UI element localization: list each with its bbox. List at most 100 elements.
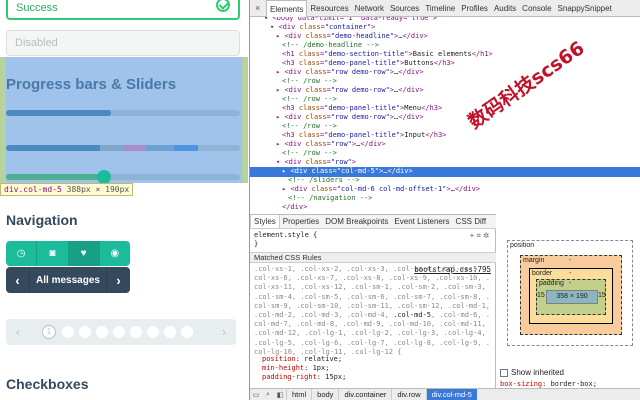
inspect-tooltip: div.col-md-5 388px × 190px <box>0 183 134 196</box>
css-property[interactable]: position: relative; <box>262 355 346 364</box>
pager-dot[interactable] <box>62 326 74 338</box>
tab-console[interactable]: Console <box>519 0 554 17</box>
dom-node[interactable]: </div> <box>250 203 307 213</box>
progress-segment <box>174 145 198 151</box>
pager-dot[interactable] <box>130 326 142 338</box>
breadcrumb-item[interactable]: div.row <box>391 388 425 400</box>
pager: ‹ 1 › <box>6 319 236 345</box>
pager-dot[interactable] <box>164 326 176 338</box>
box-sizing-value: border-box; <box>550 380 597 388</box>
all-messages-button[interactable]: All messages <box>30 267 106 293</box>
box-model-border: border - padding - 15 15 358 × 190 <box>529 268 613 324</box>
slider-track[interactable] <box>6 170 240 184</box>
box-model-margin: margin - border - padding - 15 15 358 × … <box>520 255 622 335</box>
subtab-styles[interactable]: Styles <box>250 215 280 228</box>
padding-value: - <box>569 280 572 287</box>
padding-left-value: 15 <box>537 292 545 299</box>
checkboxes-title: Checkboxes <box>6 376 89 392</box>
progress-segment <box>146 145 175 151</box>
eye-icon[interactable]: ◉ <box>100 241 130 266</box>
css-property-value: 1px; <box>308 364 330 373</box>
disabled-input: Disabled <box>6 30 240 56</box>
pager-next-icon[interactable]: › <box>222 325 226 339</box>
element-style-rule[interactable]: element.style { } <box>254 231 317 249</box>
pager-dot[interactable] <box>96 326 108 338</box>
show-inherited-checkbox[interactable] <box>500 368 508 377</box>
pager-dot[interactable] <box>181 326 193 338</box>
devtools-panel: × Elements Resources Network Sources Timelin… <box>249 0 640 400</box>
css-property-name: position <box>262 355 296 363</box>
icon-button-group: ◷ ◙ ♥ ◉ <box>6 241 130 266</box>
breadcrumb-item[interactable]: html <box>286 388 311 400</box>
camera-icon[interactable]: ◙ <box>37 241 69 266</box>
css-property[interactable]: padding-right: 15px; <box>262 373 346 382</box>
pager-prev-icon[interactable]: ‹ <box>16 325 20 339</box>
success-input[interactable]: Success <box>6 0 240 20</box>
box-model-position: position margin - border - padding - 15 … <box>507 240 633 346</box>
css-property-value: relative; <box>299 355 343 363</box>
pager-dot[interactable] <box>79 326 91 338</box>
progress-segment <box>99 145 123 151</box>
tab-snappysnippet[interactable]: SnappySnippet <box>555 0 615 17</box>
breadcrumb-item[interactable]: div.container <box>338 388 391 400</box>
breadcrumb-item[interactable]: div.col-md-5 <box>425 388 477 400</box>
heart-icon[interactable]: ♥ <box>68 241 100 266</box>
padding-label: padding <box>539 280 564 287</box>
tab-sources[interactable]: Sources <box>387 0 422 17</box>
pager-dot[interactable] <box>113 326 125 338</box>
styles-sub-tabs: Styles Properties DOM Breakpoints Event Lis… <box>250 215 496 229</box>
search-icon[interactable]: ⌕ <box>262 391 274 399</box>
computed-box-sizing: box-sizing: border-box; <box>500 380 597 388</box>
progress-bar <box>6 110 240 116</box>
box-sizing-prop: box-sizing <box>500 380 543 388</box>
chevron-right-icon[interactable]: › <box>106 267 130 293</box>
navigation-title: Navigation <box>6 212 78 228</box>
style-tools-icons[interactable]: + ⌗ ✲ <box>470 231 489 241</box>
rule-source-link[interactable]: bootstrap.css:795 <box>414 265 491 274</box>
css-property-name: padding-right <box>262 373 317 382</box>
subtab-css-diff[interactable]: CSS Diff <box>453 215 490 228</box>
tab-elements[interactable]: Elements <box>266 0 308 17</box>
breadcrumb-items: html body div.container div.row div.col-md-5 <box>286 388 477 400</box>
disabled-placeholder: Disabled <box>15 37 58 49</box>
element-style-open: element.style { <box>254 231 318 239</box>
subtab-properties[interactable]: Properties <box>280 215 322 228</box>
console-drawer-icon[interactable]: ▭ <box>250 391 262 399</box>
dock-icon[interactable]: ◧ <box>274 391 286 399</box>
margin-value: - <box>569 257 572 264</box>
tab-audits[interactable]: Audits <box>491 0 519 17</box>
breadcrumb-item[interactable]: body <box>311 388 338 400</box>
success-label: Success <box>16 2 58 14</box>
progress-segment <box>123 145 147 151</box>
rule-selectors: .col-xs-1, .col-xs-2, .col-xs-3, .col-xs… <box>254 265 492 357</box>
progress-section-title: Progress bars & Sliders <box>6 76 177 93</box>
pager-dot[interactable] <box>147 326 159 338</box>
pager-page-active[interactable]: 1 <box>42 325 56 339</box>
inspect-tooltip-tag: div.col-md-5 <box>4 185 62 194</box>
subtab-dom-breakpoints[interactable]: DOM Breakpoints <box>322 215 391 228</box>
rule-properties: position: relative; min-height: 1px; paddi… <box>262 355 346 383</box>
devtools-toolbar: × Elements Resources Network Sources Timelin… <box>250 0 640 17</box>
inspect-tooltip-dims: 388px × 190px <box>66 185 130 194</box>
css-property[interactable]: min-height: 1px; <box>262 364 346 373</box>
clock-icon[interactable]: ◷ <box>6 241 38 266</box>
margin-label: margin <box>523 257 545 264</box>
tab-resources[interactable]: Resources <box>307 0 351 17</box>
close-icon[interactable]: × <box>255 3 260 13</box>
all-messages-nav: ‹ All messages › <box>6 267 130 293</box>
show-inherited-toggle[interactable]: Show inherited <box>500 368 564 377</box>
stacked-progress-bar <box>6 145 240 151</box>
padding-right-value: 15 <box>598 292 606 299</box>
tab-timeline[interactable]: Timeline <box>422 0 458 17</box>
check-circle-icon <box>216 0 230 12</box>
tab-profiles[interactable]: Profiles <box>458 0 491 17</box>
subtab-event-listeners[interactable]: Event Listeners <box>391 215 452 228</box>
css-property-name: min-height <box>262 364 305 373</box>
metrics-pane: position margin - border - padding - 15 … <box>497 228 640 388</box>
border-label: border <box>532 270 553 277</box>
selector-highlight: .col-md-5 <box>393 311 432 320</box>
position-label: position <box>510 242 535 249</box>
matched-rules-header: Matched CSS Rules <box>250 252 496 263</box>
chevron-left-icon[interactable]: ‹ <box>6 267 30 293</box>
tab-network[interactable]: Network <box>352 0 387 17</box>
